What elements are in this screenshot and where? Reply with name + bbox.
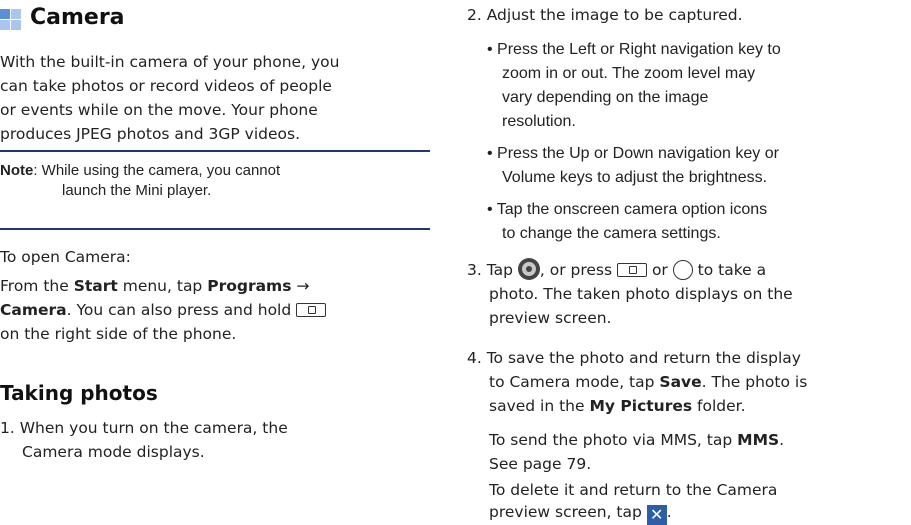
open-line-3: on the right side of the phone. — [0, 325, 237, 343]
delete-x-icon: ✕ — [646, 505, 667, 525]
note-top-rule — [0, 150, 430, 152]
step3-line-1: 3. Tap , or press or to take a — [467, 258, 766, 282]
note-bottom-rule — [0, 228, 430, 230]
shutter-button-icon — [517, 258, 540, 280]
intro-line: With the built-in camera of your phone, … — [0, 53, 340, 71]
step4-line-3: saved in the My Pictures folder. — [489, 397, 746, 415]
title-row: Camera — [0, 3, 430, 33]
camera-key-icon — [296, 303, 327, 317]
delete-line-1: To delete it and return to the Camera — [489, 481, 778, 499]
step3-line-3: preview screen. — [489, 309, 612, 327]
mms-line-1: To send the photo via MMS, tap MMS. — [489, 431, 785, 449]
step1-line-2: Camera mode displays. — [22, 443, 205, 461]
bullet-1-line: zoom in or out. The zoom level may — [502, 65, 756, 82]
bullet-2-line: Volume keys to adjust the brightness. — [502, 169, 768, 186]
step4-line-2: to Camera mode, tap Save. The photo is — [489, 373, 808, 391]
page-title: Camera — [30, 5, 125, 30]
camera-key-icon — [617, 263, 648, 277]
bullet-1-line: vary depending on the image — [502, 89, 709, 106]
blue-squares-icon — [0, 9, 21, 30]
note-label: Note — [0, 162, 34, 179]
intro-line: or events while on the move. Your phone — [0, 101, 318, 119]
note-line-2: launch the Mini player. — [62, 182, 212, 199]
step3-line-2: photo. The taken photo displays on the — [489, 285, 793, 303]
bullet-1-line: • Press the Left or Right navigation key… — [487, 41, 781, 58]
open-line-1: From the Start menu, tap Programs → — [0, 277, 310, 295]
delete-line-2: preview screen, tap ✕. — [489, 503, 672, 525]
section-title: Taking photos — [0, 381, 158, 405]
intro-line: can take photos or record videos of peop… — [0, 77, 332, 95]
intro-line: produces JPEG photos and 3GP videos. — [0, 125, 301, 143]
note-box: Note: While using the camera, you cannot… — [0, 161, 430, 201]
step4-line-1: 4. To save the photo and return the disp… — [467, 349, 801, 367]
bullet-3-line: to change the camera settings. — [502, 225, 721, 242]
bullet-3-line: • Tap the onscreen camera option icons — [487, 201, 768, 218]
confirm-key-icon — [672, 260, 693, 280]
note-line-1: Note: While using the camera, you cannot — [0, 162, 281, 179]
open-camera-heading: To open Camera: — [0, 248, 131, 266]
open-line-2: Camera. You can also press and hold — [0, 298, 327, 322]
bullet-2-line: • Press the Up or Down navigation key or — [487, 145, 779, 162]
bullet-1-line: resolution. — [502, 113, 576, 130]
mms-line-2: See page 79. — [489, 455, 592, 473]
step1-line-1: 1. When you turn on the camera, the — [0, 419, 288, 437]
step2-heading: 2. Adjust the image to be captured. — [467, 6, 743, 24]
